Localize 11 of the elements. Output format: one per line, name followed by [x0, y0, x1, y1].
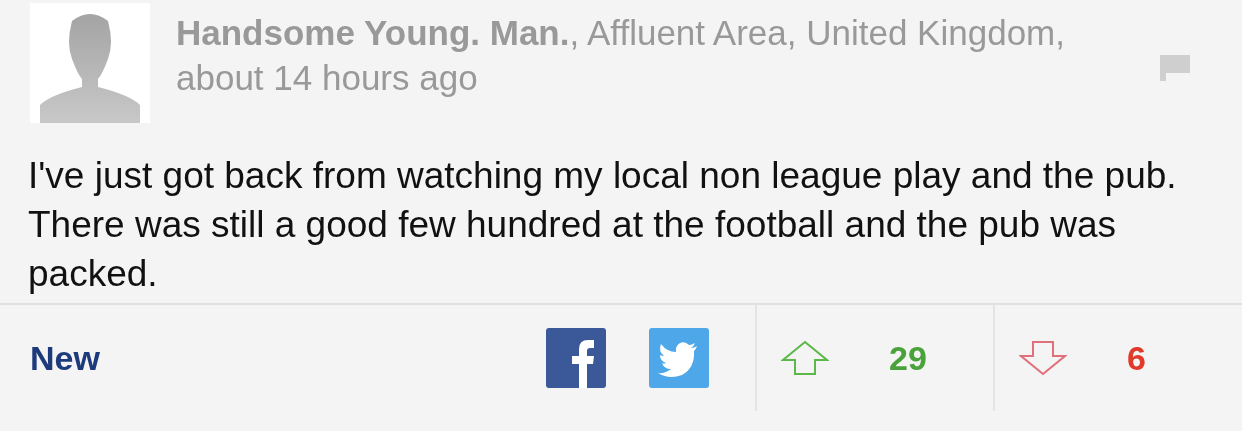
avatar-icon — [30, 3, 150, 123]
downvote-count: 6 — [1127, 338, 1146, 378]
comment-byline: Handsome Young. Man., Affluent Area, United Kingdom, about 14 hours ago — [176, 12, 1066, 99]
flag-icon[interactable] — [1160, 55, 1190, 81]
facebook-icon[interactable] — [546, 328, 606, 388]
comment-text: I've just got back from watching my local non league play and the pub. There was still a good few hundred at the football and the pub was packed. — [28, 154, 1178, 296]
downvote-icon[interactable] — [1019, 340, 1067, 376]
new-label: New — [30, 338, 101, 378]
upvote-count: 29 — [889, 338, 927, 378]
upvote-icon[interactable] — [781, 340, 829, 376]
twitter-icon[interactable] — [649, 328, 709, 388]
